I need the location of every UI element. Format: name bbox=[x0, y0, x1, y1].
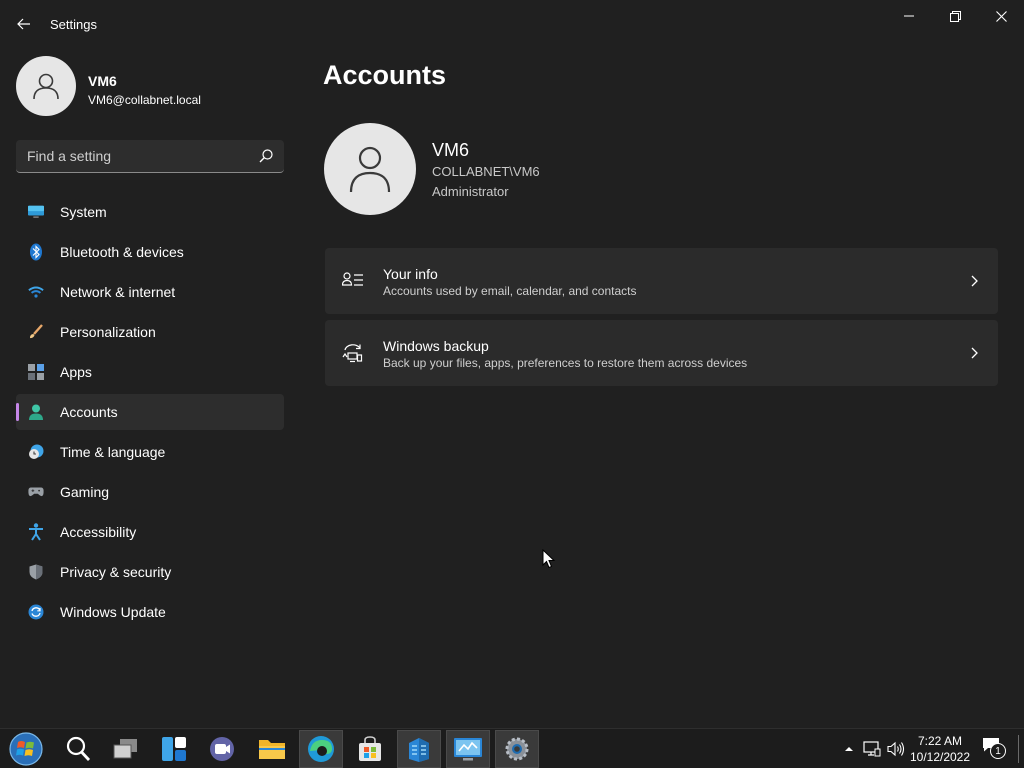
account-name: VM6 bbox=[432, 140, 470, 160]
mouse-cursor-icon bbox=[542, 549, 556, 569]
account-avatar bbox=[324, 123, 416, 215]
profile-name: VM6 bbox=[88, 73, 117, 89]
account-role: Administrator bbox=[432, 184, 509, 199]
person-icon bbox=[28, 404, 44, 420]
search-input[interactable] bbox=[16, 140, 252, 172]
monitor-icon bbox=[28, 204, 44, 220]
volume-tray-icon[interactable] bbox=[887, 740, 905, 758]
minimize-icon bbox=[904, 15, 914, 17]
store-icon bbox=[359, 736, 381, 761]
file-explorer-icon bbox=[259, 740, 285, 759]
sidebar-item-network[interactable]: Network & internet bbox=[16, 274, 284, 310]
chevron-right-icon bbox=[971, 347, 978, 359]
network-tray-icon[interactable] bbox=[863, 740, 881, 758]
sidebar-item-bluetooth[interactable]: Bluetooth & devices bbox=[16, 234, 284, 270]
edge-button[interactable] bbox=[299, 730, 343, 768]
sidebar-item-apps[interactable]: Apps bbox=[16, 354, 284, 390]
maximize-button[interactable] bbox=[932, 0, 978, 32]
teams-chat-icon bbox=[210, 737, 234, 761]
page-title: Accounts bbox=[323, 60, 447, 90]
control-panel-icon bbox=[454, 738, 482, 761]
windows-backup-card[interactable]: Windows backup Back up your files, apps,… bbox=[325, 320, 998, 386]
accessibility-icon bbox=[28, 523, 44, 541]
user-silhouette-icon bbox=[33, 73, 59, 100]
chevron-right-icon bbox=[971, 275, 978, 287]
clock-time: 7:22 AM bbox=[917, 734, 963, 748]
server-manager-icon bbox=[409, 738, 429, 762]
brush-icon bbox=[28, 324, 44, 340]
clock-globe-icon bbox=[28, 444, 44, 460]
sidebar-item-system[interactable]: System bbox=[16, 194, 284, 230]
title-bar: Settings bbox=[0, 0, 1024, 48]
sidebar: VM6 VM6@collabnet.local System Bluetooth… bbox=[0, 48, 300, 728]
file-explorer-button[interactable] bbox=[250, 730, 294, 768]
sidebar-item-personalization[interactable]: Personalization bbox=[16, 314, 284, 350]
search-box bbox=[16, 140, 284, 173]
start-button[interactable] bbox=[4, 730, 48, 768]
sidebar-item-privacy[interactable]: Privacy & security bbox=[16, 554, 284, 590]
clock-date: 10/12/2022 bbox=[909, 750, 971, 764]
app-title: Settings bbox=[50, 17, 97, 32]
notification-center-button[interactable]: 1 bbox=[982, 737, 1008, 761]
sidebar-item-windows-update[interactable]: Windows Update bbox=[16, 594, 284, 630]
back-button[interactable] bbox=[8, 8, 40, 40]
search-icon[interactable] bbox=[258, 148, 274, 164]
task-view-button[interactable] bbox=[104, 730, 148, 768]
notification-count-badge: 1 bbox=[990, 743, 1006, 759]
speaker-icon bbox=[887, 741, 905, 757]
shield-icon bbox=[28, 564, 44, 580]
chat-button[interactable] bbox=[200, 730, 244, 768]
user-silhouette-icon bbox=[349, 146, 391, 193]
back-arrow-icon bbox=[17, 18, 30, 30]
close-icon bbox=[995, 10, 1007, 22]
control-panel-button[interactable] bbox=[446, 730, 490, 768]
card-description: Back up your files, apps, preferences to… bbox=[383, 356, 748, 370]
sidebar-item-accessibility[interactable]: Accessibility bbox=[16, 514, 284, 550]
gamepad-icon bbox=[28, 484, 44, 500]
contact-card-icon bbox=[342, 272, 363, 286]
profile-header[interactable]: VM6 VM6@collabnet.local bbox=[16, 56, 286, 118]
show-desktop-button[interactable] bbox=[1018, 735, 1019, 763]
apps-icon bbox=[28, 364, 44, 380]
minimize-button[interactable] bbox=[886, 0, 932, 32]
backup-sync-icon bbox=[342, 344, 363, 363]
avatar bbox=[16, 56, 76, 116]
wifi-icon bbox=[28, 284, 44, 300]
your-info-card[interactable]: Your info Accounts used by email, calend… bbox=[325, 248, 998, 314]
network-icon bbox=[863, 741, 881, 757]
settings-button[interactable] bbox=[495, 730, 539, 768]
widgets-icon bbox=[162, 737, 186, 761]
sidebar-item-gaming[interactable]: Gaming bbox=[16, 474, 284, 510]
update-icon bbox=[28, 604, 44, 620]
search-icon bbox=[66, 736, 91, 761]
chevron-up-icon bbox=[845, 747, 853, 751]
sidebar-item-accounts[interactable]: Accounts bbox=[16, 394, 284, 430]
restore-icon bbox=[949, 10, 961, 22]
settings-icon bbox=[505, 737, 529, 761]
bluetooth-icon bbox=[28, 243, 44, 261]
taskbar: 7:22 AM 10/12/2022 1 bbox=[0, 728, 1024, 768]
close-button[interactable] bbox=[978, 0, 1024, 32]
sidebar-nav: System Bluetooth & devices Network & int… bbox=[16, 194, 284, 634]
profile-email: VM6@collabnet.local bbox=[88, 93, 201, 107]
edge-icon bbox=[308, 736, 334, 762]
taskbar-search-button[interactable] bbox=[56, 730, 100, 768]
task-view-icon bbox=[113, 739, 137, 759]
card-description: Accounts used by email, calendar, and co… bbox=[383, 284, 637, 298]
sidebar-item-time-language[interactable]: Time & language bbox=[16, 434, 284, 470]
taskbar-clock[interactable]: 7:22 AM 10/12/2022 bbox=[904, 733, 976, 765]
card-title: Windows backup bbox=[383, 338, 489, 354]
card-title: Your info bbox=[383, 266, 438, 282]
start-orb-icon bbox=[9, 732, 43, 766]
widgets-button[interactable] bbox=[152, 730, 196, 768]
server-manager-button[interactable] bbox=[397, 730, 441, 768]
show-hidden-icons-button[interactable] bbox=[840, 740, 858, 758]
account-domain: COLLABNET\VM6 bbox=[432, 164, 540, 179]
store-button[interactable] bbox=[348, 730, 392, 768]
